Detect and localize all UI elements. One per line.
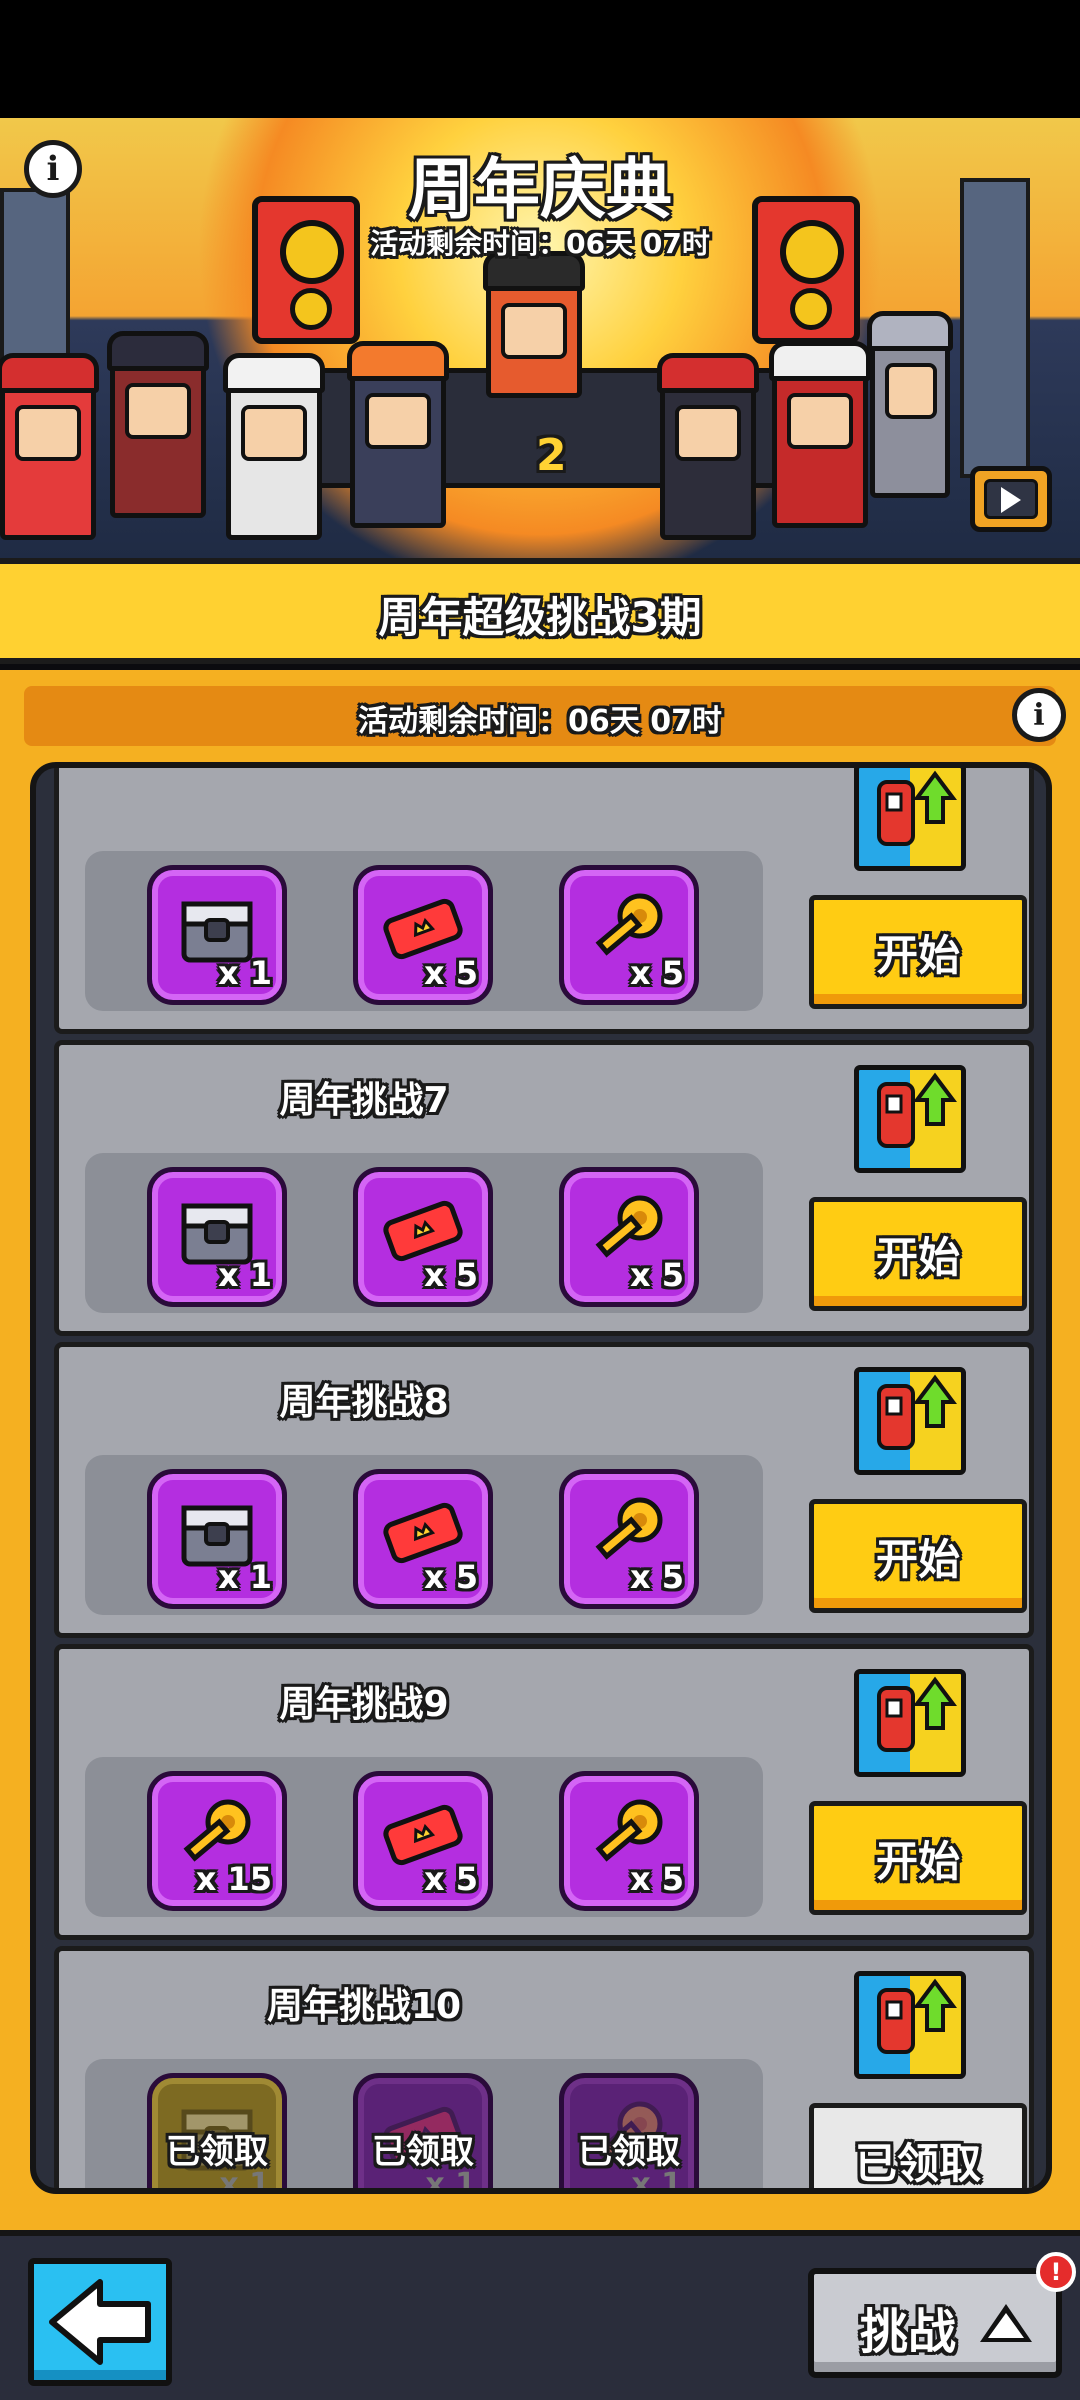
reward-item[interactable]: x 1 已领取	[147, 2073, 287, 2188]
upgrade-icon	[854, 1669, 966, 1777]
start-button[interactable]: 开始	[809, 1801, 1027, 1915]
challenge-card: 周年挑战7 x 1 x 5 x 5 开始	[54, 1040, 1034, 1336]
start-button[interactable]: 开始	[809, 895, 1027, 1009]
section-title: 周年超级挑战3期	[378, 593, 702, 642]
reward-quantity: x 5	[629, 1256, 684, 1294]
reward-quantity: x 1	[217, 1256, 272, 1294]
challenge-card: 周年挑战9 x 15 x 5 x 5 开始	[54, 1644, 1034, 1940]
event-banner: 2 周年庆典 活动剩余时间：06天 07时 i	[0, 118, 1080, 558]
reward-tray: x 1 x 5 x 5	[85, 851, 763, 1011]
reward-tray: x 1 x 5 x 5	[85, 1455, 763, 1615]
start-button[interactable]: 开始	[809, 1499, 1027, 1613]
section-countdown: 活动剩余时间：06天 07时	[358, 704, 722, 739]
reward-item[interactable]: x 5	[559, 865, 699, 1005]
reward-item[interactable]: x 1	[147, 865, 287, 1005]
back-button[interactable]	[28, 2258, 172, 2386]
info-icon[interactable]: i	[1012, 688, 1066, 742]
reward-quantity: x 5	[423, 1558, 478, 1596]
character-figure	[867, 311, 953, 498]
reward-item[interactable]: x 5	[353, 1469, 493, 1609]
reward-item[interactable]: x 1	[147, 1167, 287, 1307]
reward-tray: x 15 x 5 x 5	[85, 1757, 763, 1917]
challenge-title: 周年挑战9	[279, 1684, 449, 1725]
section-header: 周年超级挑战3期	[0, 558, 1080, 664]
reward-quantity: x 5	[423, 1256, 478, 1294]
banner-countdown: 活动剩余时间：06天 07时	[370, 227, 710, 260]
claimed-label: 已领取	[166, 2132, 268, 2172]
character-figure	[769, 341, 871, 528]
challenge-button[interactable]: 挑战	[808, 2268, 1062, 2378]
character-figure	[347, 341, 449, 528]
upgrade-icon	[854, 768, 966, 871]
challenge-title: 周年挑战7	[279, 1080, 449, 1121]
reward-quantity: x 5	[423, 1860, 478, 1898]
alert-badge: !	[1036, 2252, 1076, 2292]
reward-quantity: x 1	[217, 1558, 272, 1596]
challenge-card: 周年挑战10 x 1 已领取 x 1 已领取 x 1 已领取 已领取	[54, 1946, 1034, 2188]
character-figure	[0, 353, 99, 540]
reward-item[interactable]: x 5	[559, 1167, 699, 1307]
reward-item[interactable]: x 5	[559, 1771, 699, 1911]
challenge-card: x 1 x 5 x 5 开始	[54, 768, 1034, 1034]
reward-item[interactable]: x 5	[559, 1469, 699, 1609]
reward-item[interactable]: x 1 已领取	[353, 2073, 493, 2188]
challenge-list[interactable]: x 1x 5x 5 开始 周年挑战7 x 1x 5x 5 开始 周年挑战8 x 1x 5x …	[30, 762, 1052, 2194]
upgrade-icon	[854, 1971, 966, 2079]
reward-tray: x 1 x 5 x 5	[85, 1153, 763, 1313]
reward-item[interactable]: x 1	[147, 1469, 287, 1609]
video-play-icon[interactable]	[970, 466, 1052, 532]
reward-quantity: x 1	[217, 954, 272, 992]
timer-bar: 活动剩余时间：06天 07时 i	[24, 686, 1066, 746]
character-figure	[483, 251, 585, 398]
stage-number: 2	[536, 430, 567, 481]
claimed-label: 已领取	[578, 2132, 680, 2172]
back-arrow-icon	[49, 2279, 151, 2365]
character-figure	[657, 353, 759, 540]
challenge-title: 周年挑战8	[279, 1382, 449, 1423]
challenge-button-label: 挑战	[860, 2304, 957, 2360]
reward-item[interactable]: x 15	[147, 1771, 287, 1911]
upgrade-icon	[854, 1065, 966, 1173]
challenge-card: 周年挑战8 x 1 x 5 x 5 开始	[54, 1342, 1034, 1638]
reward-quantity: x 5	[629, 954, 684, 992]
claimed-button[interactable]: 已领取	[809, 2103, 1027, 2188]
upgrade-icon	[854, 1367, 966, 1475]
start-button[interactable]: 开始	[809, 1197, 1027, 1311]
status-bar	[0, 0, 1080, 118]
character-figure	[107, 331, 209, 518]
claimed-label: 已领取	[372, 2132, 474, 2172]
reward-quantity: x 5	[629, 1860, 684, 1898]
reward-quantity: x 5	[423, 954, 478, 992]
reward-item[interactable]: x 5	[353, 865, 493, 1005]
reward-tray: x 1 已领取 x 1 已领取 x 1 已领取	[85, 2059, 763, 2188]
banner-title: 周年庆典	[408, 151, 672, 228]
reward-quantity: x 5	[629, 1558, 684, 1596]
reward-quantity: x 15	[195, 1860, 272, 1898]
character-figure	[223, 353, 325, 540]
info-icon[interactable]: i	[24, 140, 82, 198]
reward-item[interactable]: x 1 已领取	[559, 2073, 699, 2188]
reward-item[interactable]: x 5	[353, 1771, 493, 1911]
challenge-title: 周年挑战10	[266, 1986, 462, 2027]
reward-item[interactable]: x 5	[353, 1167, 493, 1307]
